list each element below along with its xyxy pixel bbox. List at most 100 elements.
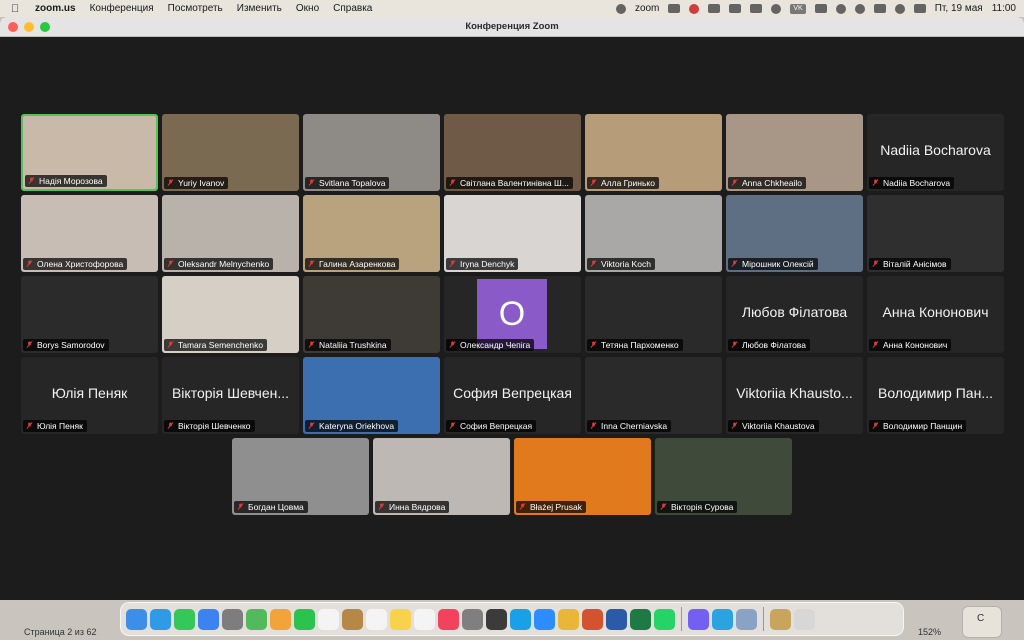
music-icon[interactable] [438,608,459,630]
zoom-menu-label[interactable]: zoom [635,3,659,14]
dictation-icon[interactable] [729,4,742,13]
calendar-icon[interactable] [318,608,339,630]
settings-icon[interactable] [462,608,483,630]
participant-tile[interactable]: Любов Філатова Любов Філатова [726,276,863,353]
participant-name: Yuriy Ivanov [178,178,225,188]
status-menu-icon[interactable] [615,3,626,14]
participant-tile[interactable]: Oleksandr Melnychenko [162,195,299,272]
excel-icon[interactable] [630,608,651,630]
participant-name: Надія Морозова [39,176,103,186]
participant-tile[interactable]: Надія Морозова [21,114,158,191]
menu-item-help[interactable]: Справка [333,3,372,14]
participant-tile[interactable]: Błażej Prusak [514,438,651,515]
notes-icon[interactable] [390,608,411,630]
dock-separator [681,607,682,631]
participant-tile[interactable]: Світлана Валентинівна Ш... [444,114,581,191]
participant-tile[interactable]: Вікторія Шевчен... Вікторія Шевченко [162,357,299,434]
control-center-icon[interactable] [873,4,886,13]
maps-icon[interactable] [246,608,267,630]
participant-tile[interactable]: Тетяна Пархоменко [585,276,722,353]
corner-widget[interactable]: C [962,606,1002,638]
participant-tile[interactable]: Yuriy Ivanov [162,114,299,191]
participant-tile[interactable]: Svitlana Topalova [303,114,440,191]
participant-tile[interactable]: Богдан Цовма [232,438,369,515]
participant-tile[interactable]: Nataliia Trushkina [303,276,440,353]
participant-tile[interactable]: Володимир Пан... Володимир Панщин [867,357,1004,434]
participant-name: Вікторія Сурова [671,502,734,512]
menu-app-name[interactable]: zoom.us [35,3,76,14]
menu-item-edit[interactable]: Изменить [237,3,282,14]
battery-icon[interactable] [814,4,827,13]
participant-tile[interactable]: Мірошник Олексій [726,195,863,272]
window-title: Конференция Zoom [465,21,559,32]
participant-name-label: Инна Вядрова [375,501,450,513]
trash-icon[interactable] [794,608,815,630]
participant-tile[interactable]: Nadiia Bocharova Nadiia Bocharova [867,114,1004,191]
participant-name-label: Inna Cherniavska [587,420,672,432]
whatsapp-icon[interactable] [654,608,675,630]
participant-tile[interactable]: Юлія Пеняк Юлія Пеняк [21,357,158,434]
participant-name: Богдан Цовма [248,502,304,512]
wifi-icon[interactable] [835,3,846,14]
keyboard-layout[interactable]: VK [790,3,806,14]
participant-tile[interactable]: Borys Samorodov [21,276,158,353]
participant-name: Володимир Панщин [883,421,963,431]
mail-icon[interactable] [198,608,219,630]
participant-name-label: Svitlana Topalova [305,177,390,189]
participant-tile[interactable]: Анна Кононович Анна Кононович [867,276,1004,353]
participant-tile[interactable]: Anna Chkheailo [726,114,863,191]
accessibility-icon[interactable] [913,4,926,13]
clock-icon[interactable] [854,3,865,14]
participant-tile[interactable]: Tamara Semenchenko [162,276,299,353]
zoom-icon[interactable] [534,608,555,630]
chrome-icon[interactable] [558,608,579,630]
menubar-date[interactable]: Пт, 19 мая [935,3,983,14]
photos-icon[interactable] [270,608,291,630]
safari-icon[interactable] [150,608,171,630]
reminders-icon[interactable] [366,608,387,630]
menu-item-conference[interactable]: Конференция [90,3,154,14]
alert-icon[interactable] [708,4,721,13]
participant-tile[interactable]: O Олександр Чепіга [444,276,581,353]
freeform-icon[interactable] [414,608,435,630]
participant-tile[interactable]: Viktoriia Khausto... Viktoriia Khaustova [726,357,863,434]
apple-menu-icon[interactable]:  [11,3,25,15]
participant-tile[interactable]: Галина Азаренкова [303,195,440,272]
archive-icon[interactable] [770,608,791,630]
facetime-icon[interactable] [294,608,315,630]
participant-name-label: Галина Азаренкова [305,258,400,270]
participant-tile[interactable]: Олена Христофорова [21,195,158,272]
participant-tile[interactable]: София Вепрецкая София Вепрецкая [444,357,581,434]
participant-tile[interactable]: Inna Cherniavska [585,357,722,434]
bluetooth-icon[interactable] [750,4,763,13]
viber-icon[interactable] [688,608,709,630]
menubar-time[interactable]: 11:00 [992,3,1016,14]
siri-icon[interactable] [894,3,905,14]
airdrop-icon[interactable] [771,3,782,14]
calculator-icon[interactable] [486,608,507,630]
participant-tile[interactable]: Viktoria Koch [585,195,722,272]
participant-name-label: Володимир Панщин [869,420,967,432]
participant-tile[interactable]: Kateryna Oriekhova [303,357,440,434]
launchpad-icon[interactable] [222,608,243,630]
powerpoint-icon[interactable] [582,608,603,630]
menu-item-view[interactable]: Посмотреть [168,3,223,14]
participant-tile[interactable]: Алла Гринько [585,114,722,191]
participant-tile[interactable]: Iryna Denchyk [444,195,581,272]
preview-icon[interactable] [736,608,757,630]
messages-icon[interactable] [174,608,195,630]
screen-share-icon[interactable] [668,4,681,13]
notes-app-icon[interactable] [342,608,363,630]
skype-icon[interactable] [510,608,531,630]
telegram-icon[interactable] [712,608,733,630]
word-icon[interactable] [606,608,627,630]
participant-name: Inna Cherniavska [601,421,668,431]
zoom-level: 152% [918,627,942,637]
participant-tile[interactable]: Инна Вядрова [373,438,510,515]
participant-tile[interactable]: Вікторія Сурова [655,438,792,515]
participant-name: Borys Samorodov [37,340,105,350]
finder-icon[interactable] [126,608,147,630]
notification-icon[interactable] [689,3,700,14]
menu-item-window[interactable]: Окно [296,3,319,14]
participant-tile[interactable]: Віталій Анісімов [867,195,1004,272]
